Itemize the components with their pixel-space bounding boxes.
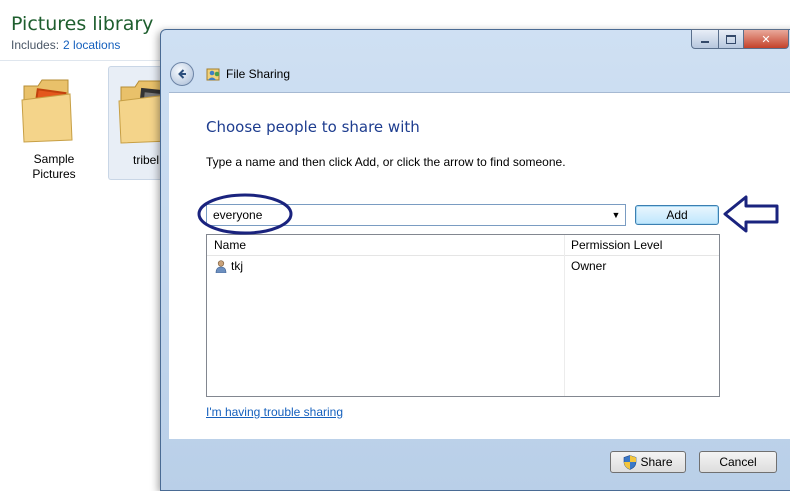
close-button[interactable]: ✕ [744,29,789,49]
locations-link[interactable]: 2 locations [63,38,120,52]
back-button[interactable] [170,62,194,86]
user-icon [215,259,227,273]
dialog-heading: Choose people to share with [206,118,420,136]
library-title: Pictures library [11,13,154,35]
includes-label: Includes: [11,38,60,52]
column-header-name[interactable]: Name [214,238,246,252]
table-header: Name Permission Level [207,235,719,256]
folder-tribel[interactable]: tribel [108,66,170,180]
add-button[interactable]: Add [635,205,719,225]
row-name-cell: tkj [215,259,243,273]
row-name: tkj [231,259,243,273]
highlight-ellipse [197,193,293,235]
maximize-icon [726,34,736,44]
cancel-button[interactable]: Cancel [699,451,777,473]
minimize-icon [701,40,709,43]
folder-label: Sample Pictures [32,152,76,181]
row-permission[interactable]: Owner [571,259,606,273]
minimize-button[interactable] [691,29,719,49]
dropdown-arrow-icon[interactable]: ▼ [607,205,625,225]
instruction-text: Type a name and then click Add, or click… [206,155,566,169]
window-controls: ✕ [691,29,789,49]
dialog-title: File Sharing [226,67,291,81]
trouble-sharing-link[interactable]: I'm having trouble sharing [206,405,343,419]
share-label: Share [640,455,673,469]
share-button[interactable]: Share [610,451,686,473]
dialog-footer: Share Cancel [169,439,790,483]
file-sharing-icon [206,68,220,81]
folder-icon [21,79,73,143]
column-header-permission[interactable]: Permission Level [571,238,662,252]
left-arrow-annotation [723,195,779,233]
table-row[interactable]: tkj Owner [207,255,719,275]
dialog-content: Choose people to share with Type a name … [169,92,790,439]
file-sharing-dialog: ✕ File Sharing Choose people to share wi… [160,29,790,491]
shield-icon [624,454,637,470]
back-arrow-icon [178,69,186,79]
folder-label: tribel [133,153,160,167]
people-table: Name Permission Level tkj Owner [206,234,720,397]
folder-sample-pictures[interactable]: Sample Pictures [12,66,96,181]
maximize-button[interactable] [719,29,744,49]
close-icon: ✕ [761,33,771,46]
library-includes: Includes: 2 locations [11,38,120,52]
